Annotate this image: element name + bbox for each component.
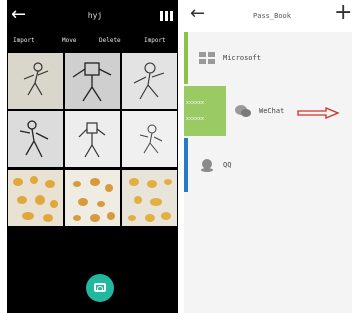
qq-icon [201,159,213,172]
action-import-2[interactable]: Import [144,37,166,44]
category-color-bar [184,138,188,192]
wechat-icon [235,105,251,117]
list-item-label: QQ [223,161,232,169]
back-arrow-icon[interactable]: ← [11,6,29,24]
list-item-label: Microsoft [223,54,261,62]
back-arrow-icon[interactable]: ← [190,5,205,23]
swipe-action-panel[interactable]: xxxxxx xxxxxx [184,86,226,136]
action-move[interactable]: Move [62,37,76,44]
album-title: hyj [87,11,103,20]
category-color-bar [184,32,188,84]
gallery-screen: ← hyj Import Move Delete Import [7,0,178,313]
screen-title: Pass_Book [253,12,291,20]
passbook-screen: ← Pass_Book + Microsoft xxxxxx xxxxxx We… [184,0,352,313]
swipe-action-label[interactable]: xxxxxx [186,100,204,106]
photo-thumbnail[interactable] [65,111,120,167]
photo-thumbnail[interactable] [8,170,63,226]
photo-thumbnail[interactable] [65,170,120,226]
column-bars-icon[interactable] [160,11,173,21]
passbook-top-bar: ← Pass_Book + [184,0,352,32]
photo-thumbnail[interactable] [8,53,63,109]
photo-thumbnail[interactable] [122,111,177,167]
plus-icon[interactable]: + [334,2,352,24]
list-item-wechat[interactable]: WeChat [234,103,284,119]
list-item-label: WeChat [259,107,285,115]
photo-thumbnail[interactable] [8,111,63,167]
list-item-qq[interactable]: QQ [198,157,231,173]
action-delete[interactable]: Delete [99,37,121,44]
windows-icon [199,52,215,64]
action-import[interactable]: Import [13,37,35,44]
swipe-action-label[interactable]: xxxxxx [186,116,204,122]
camera-button[interactable] [86,274,114,302]
photo-thumbnail[interactable] [65,53,120,109]
list-item-microsoft[interactable]: Microsoft [198,50,261,66]
photo-thumbnail[interactable] [122,170,177,226]
annotation-arrow-icon [297,107,340,119]
photo-thumbnail[interactable] [122,53,177,109]
gallery-action-bar: Import Move Delete Import [7,37,178,49]
gallery-top-bar: ← hyj [7,0,178,34]
